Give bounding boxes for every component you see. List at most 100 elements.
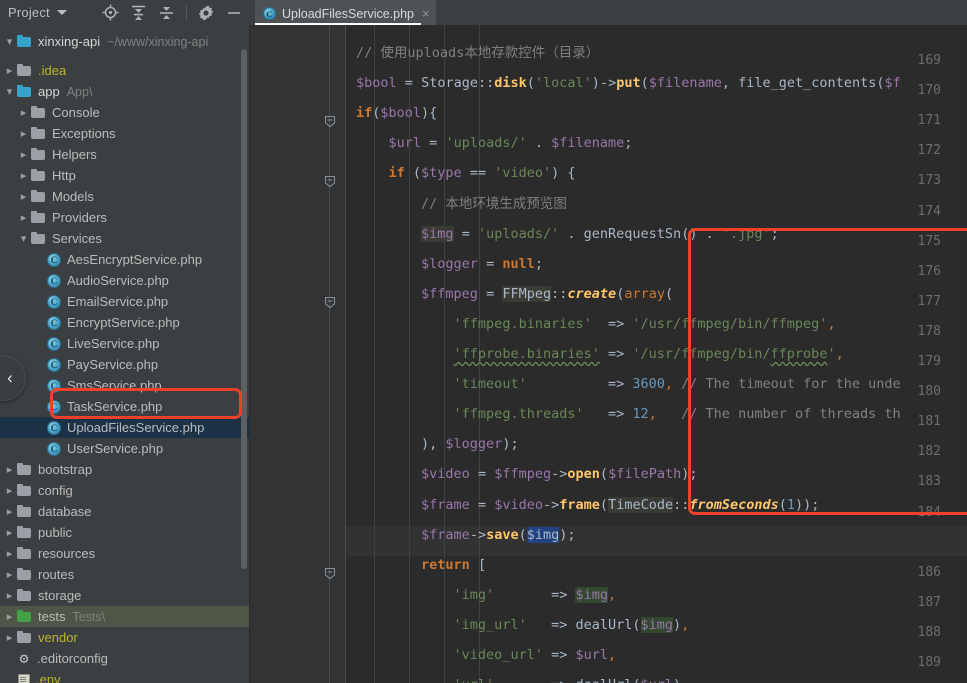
tree-item-xinxingapi[interactable]: ▾ xinxing-api ~/www/xinxing-api bbox=[0, 31, 250, 52]
tree-item-liveservice.php[interactable]: C LiveService.php bbox=[0, 333, 250, 354]
chevron-right-icon[interactable]: ▸ bbox=[2, 64, 17, 77]
code-line[interactable]: 'img_url' => dealUrl($img), bbox=[356, 610, 689, 640]
code-line[interactable]: $logger = null; bbox=[356, 249, 543, 279]
tree-item-services[interactable]: ▾ Services bbox=[0, 228, 250, 249]
fold-collapse-icon[interactable] bbox=[324, 296, 336, 308]
tree-item-aesencryptservice.php[interactable]: C AesEncryptService.php bbox=[0, 249, 250, 270]
code-line[interactable]: 'ffmpeg.threads' => 12, // The number of… bbox=[356, 399, 901, 429]
tree-item-label: Exceptions bbox=[52, 126, 116, 141]
tree-item-storage[interactable]: ▸ storage bbox=[0, 585, 250, 606]
code-line[interactable]: $img = 'uploads/' . genRequestSn() . '.j… bbox=[356, 219, 779, 249]
locate-icon[interactable] bbox=[97, 0, 125, 25]
chevron-right-icon[interactable]: ▸ bbox=[2, 484, 17, 497]
tree-item-.env[interactable]: .env bbox=[0, 669, 250, 683]
chevron-right-icon[interactable]: ▸ bbox=[16, 106, 31, 119]
tree-item-providers[interactable]: ▸ Providers bbox=[0, 207, 250, 228]
tree-item-http[interactable]: ▸ Http bbox=[0, 165, 250, 186]
fold-collapse-icon[interactable] bbox=[324, 567, 336, 579]
code-line[interactable]: 'timeout' => 3600, // The timeout for th… bbox=[356, 369, 901, 399]
tree-item-helpers[interactable]: ▸ Helpers bbox=[0, 144, 250, 165]
tree-item-audioservice.php[interactable]: C AudioService.php bbox=[0, 270, 250, 291]
chevron-right-icon[interactable]: ▸ bbox=[16, 211, 31, 224]
project-tree-panel[interactable]: ▾ xinxing-api ~/www/xinxing-api ▸ .idea ▾ app A… bbox=[0, 25, 250, 683]
tree-item-vendor[interactable]: ▸ vendor bbox=[0, 627, 250, 648]
chevron-down-icon[interactable]: ▾ bbox=[2, 85, 17, 98]
expand-all-icon[interactable] bbox=[125, 0, 153, 25]
minimize-icon[interactable] bbox=[220, 0, 248, 25]
editor-tab-uploadfilesservice[interactable]: C UploadFilesService.php × bbox=[255, 0, 436, 25]
code-line[interactable]: // 使用uploads本地存款控件（目录） bbox=[356, 38, 599, 68]
folder-icon bbox=[31, 231, 46, 245]
tree-item-exceptions[interactable]: ▸ Exceptions bbox=[0, 123, 250, 144]
tree-item-emailservice.php[interactable]: C EmailService.php bbox=[0, 291, 250, 312]
chevron-down-icon[interactable]: ▾ bbox=[16, 232, 31, 245]
code-line[interactable]: 'video_url' => $url, bbox=[356, 640, 617, 670]
tree-item-label: AudioService.php bbox=[67, 273, 169, 288]
code-editor[interactable]: 169 170 171 172 173 174 175 176 177 178 179 180 181 1… bbox=[250, 25, 967, 683]
php-class-icon: C bbox=[263, 7, 276, 20]
close-icon[interactable]: × bbox=[422, 7, 430, 20]
gear-icon[interactable] bbox=[192, 0, 220, 25]
chevron-right-icon[interactable]: ▸ bbox=[2, 568, 17, 581]
chevron-right-icon[interactable]: ▸ bbox=[2, 547, 17, 560]
tree-item-resources[interactable]: ▸ resources bbox=[0, 543, 250, 564]
tree-item-config[interactable]: ▸ config bbox=[0, 480, 250, 501]
code-line[interactable]: $bool = Storage::disk('local')->put($fil… bbox=[356, 68, 901, 98]
code-line[interactable]: 'ffmpeg.binaries' => '/usr/ffmpeg/bin/ff… bbox=[356, 309, 836, 339]
code-line[interactable]: $video = $ffmpeg->open($filePath); bbox=[356, 459, 697, 489]
chevron-right-icon[interactable]: ▸ bbox=[16, 169, 31, 182]
tree-item-tests[interactable]: ▸ tests Tests\ bbox=[0, 606, 250, 627]
code-line[interactable]: 'img' => $img, bbox=[356, 580, 616, 610]
chevron-right-icon[interactable]: ▸ bbox=[2, 463, 17, 476]
tree-item-label: Models bbox=[52, 189, 94, 204]
project-panel-title[interactable]: Project bbox=[0, 5, 50, 20]
fold-collapse-icon[interactable] bbox=[324, 115, 336, 128]
collapse-all-icon[interactable] bbox=[153, 0, 181, 25]
code-line[interactable]: if ($type == 'video') { bbox=[356, 158, 576, 188]
chevron-right-icon[interactable]: ▸ bbox=[2, 631, 17, 644]
chevron-right-icon[interactable]: ▸ bbox=[2, 589, 17, 602]
tree-item-encryptservice.php[interactable]: C EncryptService.php bbox=[0, 312, 250, 333]
chevron-down-icon[interactable]: ▾ bbox=[2, 35, 17, 48]
tree-item-routes[interactable]: ▸ routes bbox=[0, 564, 250, 585]
code-line[interactable]: 'ffprobe.binaries' => '/usr/ffmpeg/bin/f… bbox=[356, 339, 844, 369]
php-class-icon: C bbox=[47, 441, 61, 456]
tree-item-label: Helpers bbox=[52, 147, 97, 162]
code-content[interactable]: // 使用uploads本地存款控件（目录） $bool = Storage::d… bbox=[346, 25, 967, 683]
code-line[interactable]: // 本地环境生成预览图 bbox=[356, 189, 567, 219]
code-line[interactable]: ), $logger); bbox=[356, 429, 519, 459]
tree-item-console[interactable]: ▸ Console bbox=[0, 102, 250, 123]
chevron-down-icon[interactable] bbox=[56, 10, 67, 15]
code-line[interactable]: return [ bbox=[356, 550, 486, 580]
chevron-right-icon[interactable]: ▸ bbox=[2, 610, 17, 623]
folder-icon bbox=[17, 483, 32, 497]
php-class-icon: C bbox=[47, 399, 61, 414]
php-class-icon: C bbox=[47, 336, 61, 351]
code-line[interactable]: $ffmpeg = FFMpeg::create(array( bbox=[356, 279, 673, 309]
chevron-right-icon[interactable]: ▸ bbox=[16, 127, 31, 140]
fold-collapse-icon[interactable] bbox=[324, 175, 336, 188]
tree-item-app[interactable]: ▾ app App\ bbox=[0, 81, 250, 102]
tree-item-taskservice.php[interactable]: C TaskService.php bbox=[0, 396, 250, 417]
tree-item-payservice.php[interactable]: C PayService.php bbox=[0, 354, 250, 375]
tree-item-bootstrap[interactable]: ▸ bootstrap bbox=[0, 459, 250, 480]
chevron-right-icon[interactable]: ▸ bbox=[16, 148, 31, 161]
code-line[interactable]: $frame->save($img); bbox=[356, 520, 576, 550]
tree-item-public[interactable]: ▸ public bbox=[0, 522, 250, 543]
tree-item-database[interactable]: ▸ database bbox=[0, 501, 250, 522]
tree-item-.editorconfig[interactable]: ⚙ .editorconfig bbox=[0, 648, 250, 669]
code-line[interactable]: $url = 'uploads/' . $filename; bbox=[356, 128, 633, 158]
chevron-right-icon[interactable]: ▸ bbox=[2, 505, 17, 518]
tree-item-userservice.php[interactable]: C UserService.php bbox=[0, 438, 250, 459]
code-line[interactable]: if($bool){ bbox=[356, 98, 437, 128]
tree-item-smsservice.php[interactable]: C SmsService.php bbox=[0, 375, 250, 396]
tree-item-.idea[interactable]: ▸ .idea bbox=[0, 60, 250, 81]
code-line[interactable]: $frame = $video->frame(TimeCode::fromSec… bbox=[356, 490, 819, 520]
tree-item-label: app bbox=[38, 84, 60, 99]
tree-item-uploadfilesservice.php[interactable]: C UploadFilesService.php bbox=[0, 417, 250, 438]
chevron-right-icon[interactable]: ▸ bbox=[2, 526, 17, 539]
sidebar-scrollbar[interactable] bbox=[241, 49, 247, 569]
tree-item-models[interactable]: ▸ Models bbox=[0, 186, 250, 207]
chevron-right-icon[interactable]: ▸ bbox=[16, 190, 31, 203]
code-line[interactable]: 'url' => dealUrl($url), bbox=[356, 670, 690, 683]
